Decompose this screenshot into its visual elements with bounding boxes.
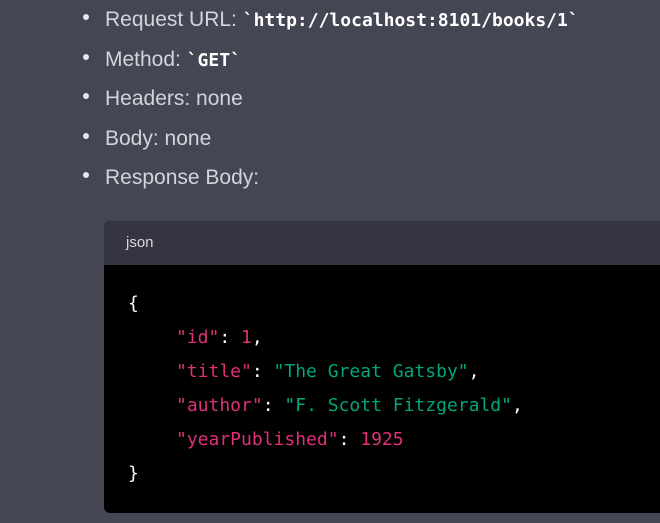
bullet-label: Headers: none xyxy=(105,87,243,110)
code-language-label: json xyxy=(126,234,154,251)
bullet-label: Response Body: xyxy=(105,166,260,189)
json-value: "F. Scott Fitzgerald" xyxy=(284,395,512,416)
json-key: "title" xyxy=(176,361,252,382)
bullet-list: Request URL: `http://localhost:8101/book… xyxy=(80,0,579,198)
code-line-open-brace: { xyxy=(128,293,139,314)
inline-code-method: `GET` xyxy=(186,49,241,71)
bullet-label: Request URL: xyxy=(105,8,243,31)
list-item-method: Method: `GET` xyxy=(80,40,579,80)
list-item-headers: Headers: none xyxy=(80,79,579,119)
json-trail: , xyxy=(251,327,263,348)
json-key: "yearPublished" xyxy=(176,429,339,450)
list-item-body: Body: none xyxy=(80,119,579,159)
json-value: "The Great Gatsby" xyxy=(273,361,469,382)
code-line-close-brace: } xyxy=(128,463,139,484)
inline-code-url: `http://localhost:8101/books/1` xyxy=(242,10,579,31)
json-trail: , xyxy=(511,395,523,416)
code-block-header: json xyxy=(104,221,660,265)
code-block-body[interactable]: { "id": 1, "title": "The Great Gatsby", … xyxy=(104,265,660,491)
json-value: 1 xyxy=(241,327,252,348)
json-key: "id" xyxy=(176,327,220,348)
list-item-request-url: Request URL: `http://localhost:8101/book… xyxy=(80,0,579,40)
json-key: "author" xyxy=(176,395,263,416)
bullet-label: Body: none xyxy=(105,126,212,150)
json-value: 1925 xyxy=(360,429,404,450)
json-trail: , xyxy=(468,361,480,382)
code-line: "yearPublished": 1925 xyxy=(176,429,404,450)
code-line: "title": "The Great Gatsby", xyxy=(176,361,480,382)
code-line: "id": 1, xyxy=(176,327,263,348)
list-item-response-body: Response Body: xyxy=(80,158,579,198)
code-line: "author": "F. Scott Fitzgerald", xyxy=(176,395,523,416)
code-block: json { "id": 1, "title": "The Great Gats… xyxy=(104,221,660,513)
bullet-label: Method: xyxy=(105,47,187,71)
